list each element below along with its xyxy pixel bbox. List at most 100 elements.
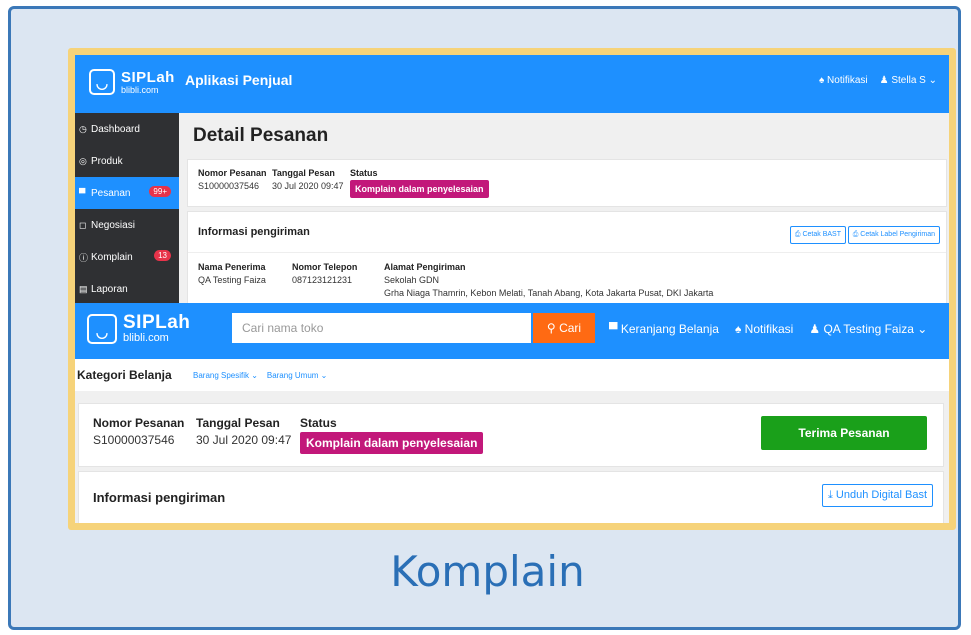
seller-app-screenshot: ◡ SIPLah blibli.com Aplikasi Penjual ♠ N… — [75, 55, 949, 303]
logo-u-icon: ◡ — [89, 69, 115, 95]
print-icon: ⎙ — [794, 231, 801, 238]
komplain-count-badge: 13 — [154, 250, 171, 261]
chat-icon: ◻ — [79, 219, 87, 230]
search-input[interactable]: Cari nama toko — [232, 313, 531, 343]
buyer-header: ◡ SIPLah blibli.com Cari nama toko ⚲ Car… — [75, 303, 949, 359]
alamat-line1: Sekolah GDN — [384, 275, 440, 285]
sidebar-item-negosiasi[interactable]: ◻ Negosiasi — [75, 209, 179, 241]
cetak-bast-button[interactable]: ⎙ Cetak BAST — [789, 226, 846, 244]
cari-button[interactable]: ⚲ Cari — [533, 313, 595, 343]
sidebar-item-produk[interactable]: ◎ Produk — [75, 145, 179, 177]
download-icon: ⤓ — [827, 489, 833, 501]
nama-penerima-label: Nama Penerima — [198, 262, 266, 272]
sidebar-item-dashboard[interactable]: ◷ Dashboard — [75, 113, 179, 145]
user-icon: ♟ — [809, 322, 821, 336]
bell-icon: ♠ — [734, 322, 742, 336]
sidebar-item-label: Dashboard — [91, 123, 140, 135]
status-label: Status — [350, 168, 378, 178]
buyer-order-card: Nomor Pesanan S10000037546 Tanggal Pesan… — [78, 403, 944, 467]
logo-u-icon: ◡ — [87, 313, 117, 344]
logo-main: SIPLah — [123, 312, 191, 333]
print-icon: ⎙ — [852, 231, 859, 238]
screenshot-frame: ◡ SIPLah blibli.com Aplikasi Penjual ♠ N… — [68, 48, 956, 530]
nomor-pesanan-value: S10000037546 — [93, 433, 175, 447]
sidebar-item-komplain[interactable]: ⓘ Komplain 13 — [75, 241, 179, 273]
sidebar-item-label: Laporan — [91, 283, 128, 295]
shipping-card: Informasi pengiriman ⎙ Cetak BAST ⎙ Ceta… — [187, 211, 947, 303]
sidebar-item-laporan[interactable]: ▤ Laporan — [75, 273, 179, 303]
notifikasi-label: Notifikasi — [827, 75, 868, 86]
status-label: Status — [300, 416, 337, 430]
user-name: Stella S — [891, 75, 926, 86]
pesanan-count-badge: 99+ — [149, 186, 171, 197]
slide-caption: Komplain — [390, 547, 585, 596]
nomor-pesanan-label: Nomor Pesanan — [93, 416, 185, 430]
sidebar-item-label: Produk — [91, 155, 123, 167]
seller-header: ◡ SIPLah blibli.com Aplikasi Penjual ♠ N… — [75, 55, 949, 113]
dashboard-icon: ◷ — [79, 123, 87, 134]
chevron-down-icon: ⌄ — [320, 371, 328, 380]
box-icon: ◎ — [79, 155, 87, 166]
page-title: Detail Pesanan — [193, 125, 329, 146]
barang-spesifik-label: Barang Spesifik — [193, 371, 250, 380]
alert-icon: ⓘ — [79, 252, 89, 263]
cetak-label-label: Cetak Label Pengiriman — [860, 231, 935, 238]
notifikasi-link[interactable]: ♠ Notifikasi — [819, 75, 868, 86]
tanggal-pesan-label: Tanggal Pesan — [196, 416, 280, 430]
notifikasi-link[interactable]: ♠ Notifikasi — [735, 322, 793, 336]
cart-icon: ▀ — [609, 322, 618, 336]
status-badge: Komplain dalam penyelesaian — [300, 432, 484, 454]
sidebar-item-label: Pesanan — [91, 187, 131, 199]
alamat-pengiriman-label: Alamat Pengiriman — [384, 262, 466, 272]
tanggal-pesan-label: Tanggal Pesan — [272, 168, 335, 178]
nomor-telepon-label: Nomor Telepon — [292, 262, 358, 272]
keranjang-label: Keranjang Belanja — [620, 322, 719, 336]
user-menu[interactable]: ♟ QA Testing Faiza ⌄ — [809, 322, 927, 336]
keranjang-link[interactable]: ▀ Keranjang Belanja — [609, 322, 719, 336]
cart-icon: ▀ — [79, 188, 86, 198]
terima-pesanan-button[interactable]: Terima Pesanan — [761, 416, 927, 450]
slide-frame: ◡ SIPLah blibli.com Aplikasi Penjual ♠ N… — [8, 6, 961, 630]
logo-sub: blibli.com — [123, 332, 169, 344]
cari-label: Cari — [559, 321, 582, 335]
cetak-label-button[interactable]: ⎙ Cetak Label Pengiriman — [847, 226, 940, 244]
logo-main: SIPLah — [121, 68, 175, 86]
seller-content: Detail Pesanan Nomor Pesanan S1000003754… — [179, 113, 949, 303]
unduh-label: Unduh Digital Bast — [835, 489, 927, 501]
siplah-logo[interactable]: ◡ SIPLah blibli.com — [89, 69, 175, 95]
user-icon: ♟ — [879, 75, 889, 86]
search-icon: ⚲ — [546, 321, 556, 335]
order-summary-card: Nomor Pesanan S10000037546 Tanggal Pesan… — [187, 159, 947, 207]
alamat-line2: Grha Niaga Thamrin, Kebon Melati, Tanah … — [384, 288, 714, 298]
report-icon: ▤ — [79, 283, 88, 294]
chevron-down-icon: ⌄ — [917, 322, 928, 336]
barang-umum-dropdown[interactable]: Barang Umum ⌄ — [267, 371, 328, 380]
unduh-digital-bast-button[interactable]: ⤓ Unduh Digital Bast — [821, 484, 933, 507]
shipping-title: Informasi pengiriman — [198, 226, 310, 238]
nomor-pesanan-value: S10000037546 — [198, 181, 260, 191]
notifikasi-label: Notifikasi — [744, 322, 794, 336]
nomor-telepon-value: 087123121231 — [292, 275, 353, 285]
user-menu[interactable]: ♟ Stella S ⌄ — [880, 75, 937, 86]
barang-spesifik-dropdown[interactable]: Barang Spesifik ⌄ — [193, 371, 258, 380]
user-name: QA Testing Faiza — [823, 322, 914, 336]
seller-sidebar: ◷ Dashboard ◎ Produk ▀ Pesanan 99+ ◻ Negosias… — [75, 113, 179, 303]
sidebar-item-label: Negosiasi — [91, 219, 135, 231]
sidebar-item-pesanan[interactable]: ▀ Pesanan 99+ — [75, 177, 179, 209]
kategori-bar: Kategori Belanja Barang Spesifik ⌄ Baran… — [75, 359, 949, 391]
barang-umum-label: Barang Umum — [266, 371, 319, 380]
cetak-bast-label: Cetak BAST — [802, 231, 841, 238]
status-badge: Komplain dalam penyelesaian — [350, 180, 489, 198]
buyer-app-screenshot: ◡ SIPLah blibli.com Cari nama toko ⚲ Car… — [75, 303, 949, 523]
tanggal-pesan-value: 30 Jul 2020 09:47 — [196, 433, 292, 447]
chevron-down-icon: ⌄ — [251, 371, 258, 380]
buyer-shipping-card: Informasi pengiriman ⤓ Unduh Digital Bas… — [78, 471, 944, 523]
logo-sub: blibli.com — [121, 84, 159, 95]
nama-penerima-value: QA Testing Faiza — [198, 275, 266, 285]
bell-icon: ♠ — [818, 75, 825, 86]
siplah-logo[interactable]: ◡ SIPLah blibli.com — [87, 313, 190, 344]
app-title: Aplikasi Penjual — [185, 72, 293, 88]
tanggal-pesan-value: 30 Jul 2020 09:47 — [272, 181, 344, 191]
sidebar-item-label: Komplain — [91, 251, 133, 263]
nomor-pesanan-label: Nomor Pesanan — [198, 168, 267, 178]
